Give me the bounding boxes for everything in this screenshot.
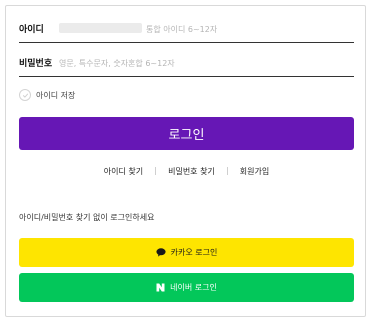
login-button[interactable]: 로그인 [19,117,354,150]
account-links: 아이디 찾기 비밀번호 찾기 회원가입 [19,164,354,178]
id-input[interactable] [19,16,354,42]
speech-bubble-icon [156,248,166,257]
social-login-hint: 아이디/비밀번호 찾기 없이 로그인하세요 [19,213,155,222]
find-password-link[interactable]: 비밀번호 찾기 [168,166,215,177]
link-divider [226,167,228,175]
naver-n-icon [156,283,165,292]
password-input[interactable] [19,50,354,76]
link-divider [155,167,157,175]
save-id-checkbox[interactable]: 아이디 저장 [19,87,75,103]
kakao-login-button[interactable]: 카카오 로그인 [19,238,354,267]
save-id-label: 아이디 저장 [36,90,76,100]
naver-login-button[interactable]: 네이버 로그인 [19,273,354,302]
kakao-login-label: 카카오 로그인 [170,248,218,257]
find-id-link[interactable]: 아이디 찾기 [104,166,143,177]
checkmark-icon[interactable] [19,89,31,101]
naver-login-label: 네이버 로그인 [170,283,217,292]
signup-link[interactable]: 회원가입 [240,166,269,177]
password-field[interactable]: 비밀번호 [19,50,354,77]
login-card: 아이디 비밀번호 아이디 저장 로그인 아이디 찾기 비밀번호 찾기 회원가입 … [5,5,366,317]
id-field[interactable]: 아이디 [19,16,354,43]
